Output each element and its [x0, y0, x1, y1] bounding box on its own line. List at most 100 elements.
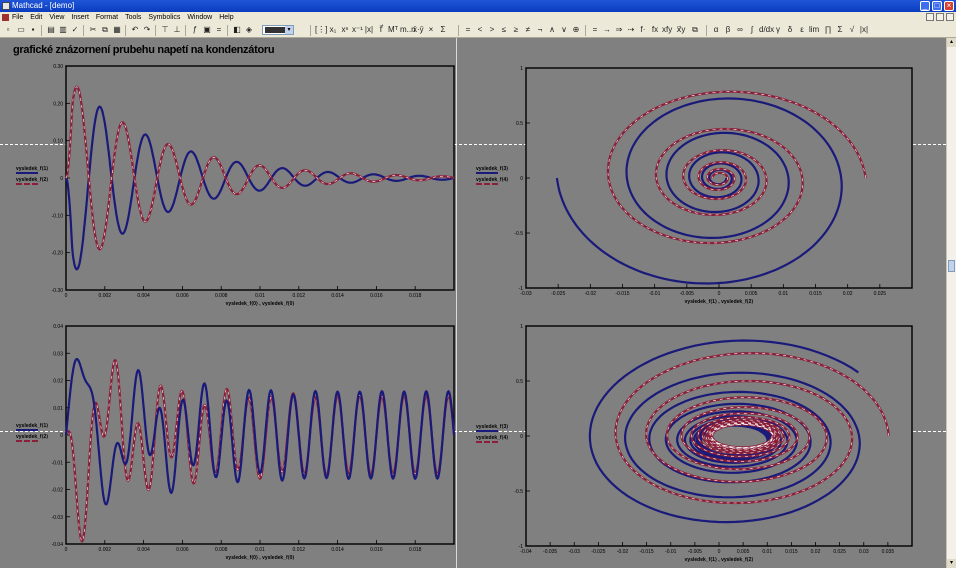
doc-minimize-button[interactable] — [926, 13, 934, 21]
subscript-icon[interactable]: x₁ — [328, 25, 338, 35]
zoom-select[interactable]: ▾ — [262, 25, 294, 35]
matrix-inverse-icon[interactable]: x⁻¹ — [352, 25, 363, 35]
greek-epsilon[interactable]: ε — [797, 25, 807, 35]
help-icon[interactable] — [250, 25, 260, 35]
insert-unit-icon[interactable]: ▣ — [202, 25, 212, 35]
doc-restore-button[interactable] — [936, 13, 944, 21]
greek-alpha[interactable]: α — [711, 25, 721, 35]
column-icon[interactable]: m..n — [400, 25, 416, 35]
scroll-up-icon[interactable]: ▴ — [947, 38, 956, 47]
x-tick-label: 0 — [718, 291, 721, 297]
symbolic-equal-icon[interactable]: = — [590, 25, 600, 35]
vectorize-icon[interactable]: f⃗ — [376, 25, 386, 35]
x-tick-label: 0.014 — [331, 293, 344, 299]
undo-icon[interactable]: ↶ — [130, 25, 140, 35]
substitute-icon[interactable]: x⃗y — [676, 25, 686, 35]
menu-edit[interactable]: Edit — [30, 12, 42, 23]
menu-tools[interactable]: Tools — [125, 12, 141, 23]
greater-equal-operator[interactable]: ≥ — [511, 25, 521, 35]
save-icon[interactable]: ▪ — [28, 25, 38, 35]
less-than-operator[interactable]: < — [475, 25, 485, 35]
vertical-scrollbar[interactable]: ▴ ▾ — [946, 38, 956, 568]
insert-function-icon[interactable]: ƒ — [190, 25, 200, 35]
superscript-icon[interactable]: Mᵀ — [388, 25, 398, 35]
product-icon[interactable]: ∏ — [823, 25, 833, 35]
redo-icon[interactable]: ↷ — [142, 25, 152, 35]
menu-format[interactable]: Format — [96, 12, 118, 23]
greek-delta[interactable]: δ — [785, 25, 795, 35]
scroll-thumb[interactable] — [948, 260, 955, 272]
and-operator[interactable]: ∧ — [547, 25, 557, 35]
cut-icon[interactable]: ✂ — [88, 25, 98, 35]
close-button[interactable]: × — [944, 1, 954, 11]
align-top-icon[interactable]: ⊤ — [160, 25, 170, 35]
menu-insert[interactable]: Insert — [71, 12, 89, 23]
eval-icon[interactable]: ⇒ — [614, 25, 624, 35]
print-icon[interactable]: ▤ — [46, 25, 56, 35]
solve-icon[interactable]: ⧉ — [690, 25, 700, 35]
print-preview-icon[interactable]: ▥ — [58, 25, 68, 35]
symbolic-arrow-icon[interactable]: → — [602, 25, 612, 35]
menu-view[interactable]: View — [49, 12, 64, 23]
plot-frame — [65, 325, 455, 545]
plot-frame — [525, 325, 913, 547]
paste-icon[interactable]: ▦ — [112, 25, 122, 35]
factor-icon[interactable]: f· — [638, 25, 648, 35]
spell-check-icon[interactable]: ✓ — [70, 25, 80, 35]
sum-range-icon[interactable]: Σ — [835, 25, 845, 35]
menu-window[interactable]: Window — [187, 12, 212, 23]
open-icon[interactable]: ▭ — [16, 25, 26, 35]
time-plot-bottom[interactable]: 0.040.030.020.010-0.01-0.02-0.03-0.040 0.… — [0, 318, 460, 568]
dot-product-icon[interactable]: x̄·ȳ — [413, 25, 424, 35]
not-operator[interactable]: ¬ — [535, 25, 545, 35]
minimize-button[interactable]: _ — [920, 1, 930, 11]
greek-gamma[interactable]: γ — [773, 25, 783, 35]
scroll-down-icon[interactable]: ▾ — [947, 559, 956, 568]
cross-product-icon[interactable]: × — [426, 25, 436, 35]
greek-beta[interactable]: β — [723, 25, 733, 35]
new-document-icon[interactable]: ▫ — [3, 25, 13, 35]
doc-close-button[interactable] — [946, 13, 954, 21]
x-tick-label: 0.03 — [859, 549, 869, 555]
x-tick-label: 0.01 — [255, 547, 265, 553]
power-icon[interactable]: xⁿ — [340, 25, 350, 35]
menu-symbolics[interactable]: Symbolics — [148, 12, 180, 23]
legend-label: vysledek_f⟨3⟩ — [476, 166, 508, 172]
x-tick-label: 0.015 — [809, 291, 822, 297]
menu-file[interactable]: File — [12, 12, 23, 23]
infinity-icon[interactable]: ∞ — [735, 25, 745, 35]
x-tick-label: 0.002 — [99, 547, 112, 553]
time-plot-top[interactable]: 0.300.200.100-0.10-0.20-0.300 0.002 0.004 0… — [0, 60, 460, 320]
chevron-down-icon[interactable]: ▾ — [285, 26, 293, 34]
y-tick-label: -0.5 — [514, 489, 523, 495]
limit-icon[interactable]: lim — [809, 25, 819, 35]
sum-icon[interactable]: Σ — [438, 25, 448, 35]
xor-operator[interactable]: ⊕ — [571, 25, 581, 35]
x-tick-label: 0.01 — [255, 293, 265, 299]
absolute-icon[interactable]: |x| — [859, 25, 869, 35]
expand-icon[interactable]: fx — [650, 25, 660, 35]
series-icon[interactable]: xfy — [662, 25, 672, 35]
nth-root-icon[interactable]: √ — [847, 25, 857, 35]
simplify-icon[interactable]: ⇢ — [626, 25, 636, 35]
greater-than-operator[interactable]: > — [487, 25, 497, 35]
integral-icon[interactable]: ∫ — [747, 25, 757, 35]
equal-operator[interactable]: = — [463, 25, 473, 35]
matrix-toolbar-icon[interactable]: [⋮] — [315, 25, 327, 35]
not-equal-operator[interactable]: ≠ — [523, 25, 533, 35]
phase-plot-top[interactable]: 10.50-0.5-1-0.03 -0.025 -0.02 -0.015 -0.01 -0… — [460, 60, 946, 320]
align-bottom-icon[interactable]: ⊥ — [172, 25, 182, 35]
copy-icon[interactable]: ⧉ — [100, 25, 110, 35]
or-operator[interactable]: ∨ — [559, 25, 569, 35]
component-icon[interactable]: ◧ — [232, 25, 242, 35]
determinant-icon[interactable]: |x| — [364, 25, 374, 35]
phase-plot-bottom[interactable]: 10.50-0.5-1-0.04 -0.035 -0.03 -0.025 -0.02 -0… — [460, 318, 946, 568]
menu-help[interactable]: Help — [219, 12, 233, 23]
document-icon[interactable] — [2, 14, 9, 21]
calculate-icon[interactable]: = — [214, 25, 224, 35]
mathcad-icon[interactable] — [2, 2, 10, 10]
derivative-icon[interactable]: d/dx — [759, 25, 774, 35]
maximize-button[interactable]: □ — [932, 1, 942, 11]
x-tick-label: 0.01 — [762, 549, 772, 555]
less-equal-operator[interactable]: ≤ — [499, 25, 509, 35]
